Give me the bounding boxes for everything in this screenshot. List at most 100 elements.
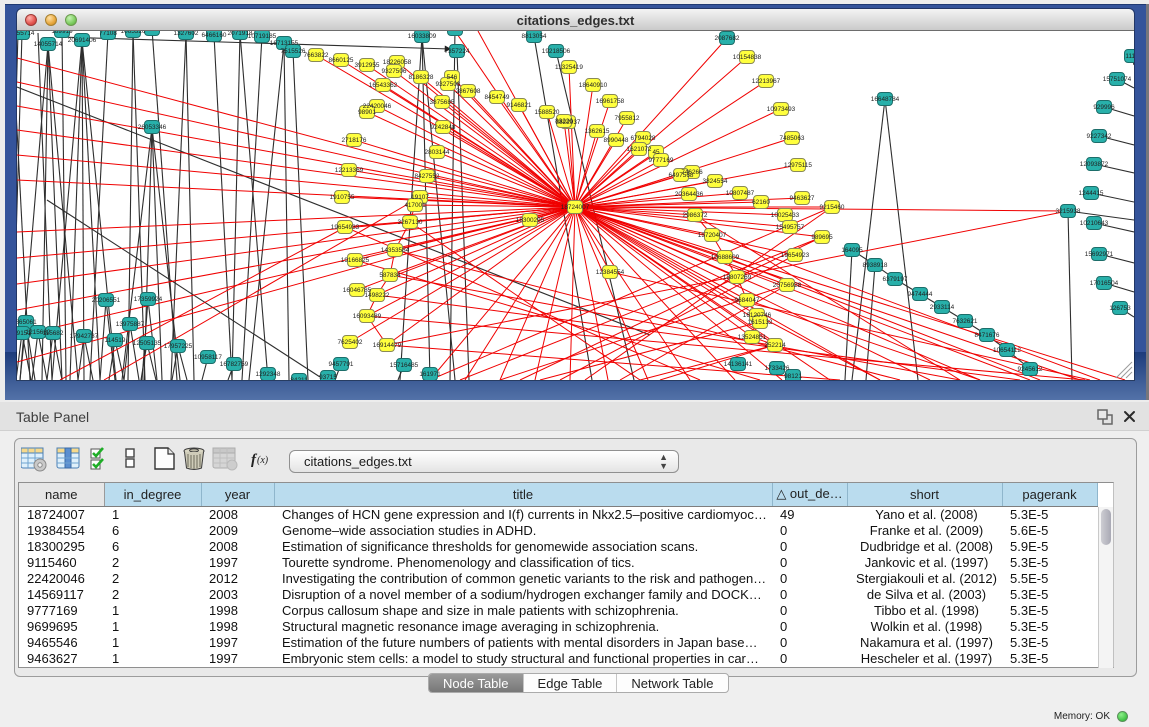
- svg-text:12975115: 12975115: [784, 162, 812, 169]
- svg-text:19218506: 19218506: [542, 48, 571, 55]
- svg-text:15716485: 15716485: [390, 362, 419, 369]
- svg-text:9327506: 9327506: [382, 68, 407, 75]
- svg-text:13975887: 13975887: [116, 321, 145, 328]
- svg-text:98121: 98121: [784, 373, 802, 380]
- svg-text:7625402: 7625402: [338, 339, 363, 346]
- svg-text:2867608: 2867608: [456, 88, 481, 95]
- svg-text:8186328: 8186328: [409, 74, 434, 81]
- svg-text:18724007: 18724007: [561, 204, 590, 211]
- svg-text:10210643: 10210643: [1080, 220, 1109, 227]
- svg-text:12093872: 12093872: [1080, 161, 1109, 168]
- svg-text:18300295: 18300295: [516, 217, 545, 224]
- svg-text:8454749: 8454749: [485, 94, 510, 101]
- svg-text:15720407: 15720407: [698, 232, 727, 239]
- svg-text:16033809: 16033809: [408, 33, 437, 40]
- svg-text:8990448: 8990448: [604, 137, 629, 144]
- svg-text:10154838: 10154838: [733, 54, 762, 61]
- svg-text:16120746: 16120746: [743, 312, 772, 319]
- svg-text:15751074: 15751074: [1103, 76, 1132, 83]
- svg-text:16961758: 16961758: [596, 98, 625, 105]
- svg-text:18640910: 18640910: [579, 82, 608, 89]
- svg-text:6497568: 6497568: [669, 172, 694, 179]
- svg-text:14136141: 14136141: [724, 361, 753, 368]
- svg-text:13524851: 13524851: [738, 334, 767, 341]
- svg-text:7485063: 7485063: [780, 135, 805, 142]
- svg-text:1327602: 1327602: [174, 31, 199, 37]
- svg-text:2087682: 2087682: [715, 35, 740, 42]
- svg-text:9684047: 9684047: [735, 297, 760, 304]
- svg-text:126753: 126753: [1109, 305, 1131, 312]
- svg-text:17942737: 17942737: [70, 333, 99, 340]
- svg-text:10025433: 10025433: [771, 212, 800, 219]
- svg-text:1615132: 1615132: [748, 319, 773, 326]
- svg-text:12505135: 12505135: [133, 340, 162, 347]
- svg-text:1362615: 1362615: [585, 128, 610, 135]
- svg-text:12213369: 12213369: [335, 167, 364, 174]
- svg-text:1112: 1112: [1125, 53, 1134, 60]
- svg-text:17957225: 17957225: [164, 343, 193, 350]
- svg-text:10958117: 10958117: [194, 354, 222, 361]
- svg-text:18807269: 18807269: [723, 274, 752, 281]
- svg-text:26053346: 26053346: [138, 124, 167, 131]
- svg-text:10719185: 10719185: [248, 33, 277, 40]
- svg-text:12384554: 12384554: [596, 269, 625, 276]
- svg-text:14353584: 14353584: [381, 247, 410, 254]
- svg-text:2055714: 2055714: [17, 31, 35, 37]
- svg-text:98901: 98901: [358, 109, 376, 116]
- svg-text:17016504: 17016504: [1090, 280, 1119, 287]
- svg-text:84211: 84211: [290, 377, 308, 380]
- svg-text:17359924: 17359924: [134, 296, 163, 303]
- svg-text:20756928: 20756928: [773, 282, 802, 289]
- svg-text:9227342: 9227342: [1087, 133, 1112, 140]
- svg-text:16093489: 16093489: [353, 313, 382, 320]
- svg-text:3875685: 3875685: [430, 99, 455, 106]
- svg-text:9463627: 9463627: [790, 195, 815, 202]
- svg-text:7632621: 7632621: [953, 318, 978, 325]
- svg-text:8427552: 8427552: [415, 173, 440, 180]
- svg-text:19654923: 19654923: [781, 252, 810, 259]
- svg-text:15692971: 15692971: [1085, 251, 1114, 258]
- svg-text:10973493: 10973493: [767, 106, 796, 113]
- svg-text:3912955: 3912955: [355, 62, 380, 69]
- svg-text:83220: 83220: [555, 118, 573, 125]
- svg-text:1292348: 1292348: [256, 371, 281, 378]
- svg-text:9327508: 9327508: [436, 81, 461, 88]
- svg-text:93715: 93715: [319, 374, 337, 380]
- svg-text:11325419: 11325419: [555, 64, 583, 71]
- svg-text:114519: 114519: [105, 337, 126, 344]
- svg-text:19166825: 19166825: [341, 257, 370, 264]
- svg-text:16648784: 16648784: [871, 96, 900, 103]
- svg-text:2986372: 2986372: [683, 212, 708, 219]
- svg-text:9245612: 9245612: [1018, 366, 1043, 373]
- svg-text:18226058: 18226058: [383, 59, 412, 66]
- svg-text:(x): (x): [257, 455, 269, 466]
- svg-text:9146821: 9146821: [507, 102, 532, 109]
- svg-text:1588520: 1588520: [535, 109, 560, 116]
- svg-text:7955812: 7955812: [615, 115, 640, 122]
- svg-text:62160: 62160: [752, 199, 770, 206]
- svg-text:3824554: 3824554: [703, 178, 728, 185]
- svg-text:9777169: 9777169: [649, 157, 674, 164]
- svg-text:16713155: 16713155: [270, 40, 299, 47]
- svg-text:16914479: 16914479: [373, 342, 402, 349]
- svg-text:161971: 161971: [419, 371, 441, 378]
- svg-text:1733426: 1733426: [765, 365, 790, 372]
- svg-text:10654112: 10654112: [993, 347, 1021, 354]
- svg-text:1498222: 1498222: [365, 292, 390, 299]
- svg-text:20364436: 20364436: [675, 191, 704, 198]
- svg-text:45: 45: [652, 149, 660, 156]
- svg-text:1621072: 1621072: [627, 146, 652, 153]
- svg-text:9474444: 9474444: [908, 291, 933, 298]
- svg-text:417001: 417001: [404, 202, 426, 209]
- svg-text:9215460: 9215460: [820, 204, 845, 211]
- svg-text:8938918: 8938918: [863, 262, 888, 269]
- svg-text:2933114: 2933114: [930, 304, 955, 311]
- svg-text:14055714: 14055714: [34, 41, 63, 48]
- svg-text:989695: 989695: [811, 234, 833, 241]
- svg-text:115682: 115682: [43, 330, 64, 337]
- svg-text:3267130: 3267130: [398, 219, 423, 226]
- svg-text:15495757: 15495757: [776, 224, 805, 231]
- svg-text:3215938: 3215938: [1056, 208, 1081, 215]
- svg-text:20206551: 20206551: [92, 297, 121, 304]
- svg-text:546: 546: [447, 74, 458, 81]
